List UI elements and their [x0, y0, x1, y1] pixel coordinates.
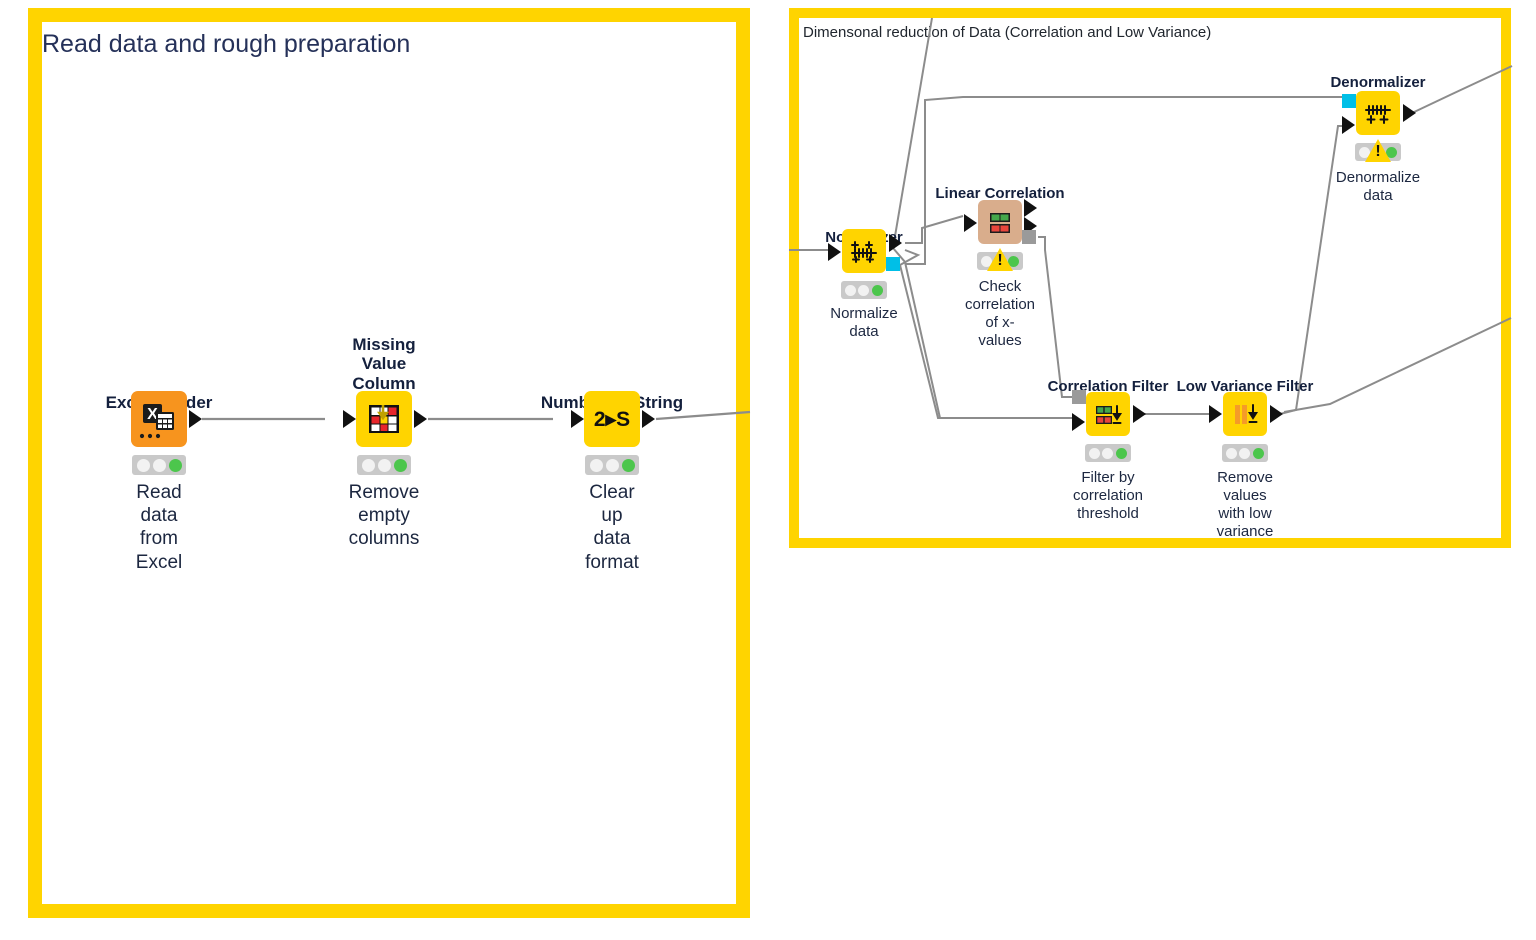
- correlation-filter-icon: [1096, 405, 1123, 424]
- missing-value-column-filter-icon: [369, 405, 399, 433]
- input-port-low-variance-filter[interactable]: [1209, 405, 1222, 423]
- output-port-normalizer-model[interactable]: [886, 257, 900, 271]
- status-lamp-idle: [845, 284, 857, 296]
- status-lamp-green: [871, 284, 883, 296]
- status-low-variance-filter: [1222, 444, 1268, 462]
- output-port-correlation-filter[interactable]: [1133, 405, 1146, 423]
- status-lamp-green: [621, 458, 635, 472]
- node-annotation-normalizer: Normalize data: [830, 305, 898, 340]
- node-box-correlation-filter[interactable]: [1086, 392, 1130, 436]
- output-port-excel-reader[interactable]: [189, 410, 202, 428]
- status-lamp-idle: [377, 458, 391, 472]
- node-box-missing-value-column-filter[interactable]: [356, 391, 412, 447]
- input-port-correlation-filter-model[interactable]: [1072, 390, 1086, 404]
- number-to-string-icon: 2▸S: [593, 407, 631, 431]
- warning-exclamation-icon: !: [997, 252, 1003, 269]
- node-annotation-correlation-filter: Filter by correlation threshold: [1072, 469, 1144, 522]
- input-port-number-to-string[interactable]: [571, 410, 584, 428]
- node-annotation-missing-value-column-filter: Remove empty columns: [348, 482, 420, 550]
- linear-correlation-icon: [990, 213, 1010, 233]
- excel-reader-icon: X: [139, 404, 174, 439]
- input-port-normalizer[interactable]: [828, 243, 841, 261]
- status-lamp-idle: [1102, 447, 1114, 459]
- status-lamp-idle: [858, 284, 870, 296]
- node-box-excel-reader[interactable]: X: [131, 391, 187, 447]
- status-missing-value-column-filter: [357, 455, 411, 475]
- status-lamp-idle: [1239, 447, 1251, 459]
- output-port-linear-correlation-model[interactable]: [1022, 230, 1036, 244]
- output-port-low-variance-filter[interactable]: [1270, 405, 1283, 423]
- status-lamp-idle: [1089, 447, 1101, 459]
- status-number-to-string: [585, 455, 639, 475]
- node-box-normalizer[interactable]: [842, 229, 886, 273]
- node-box-linear-correlation[interactable]: [978, 200, 1022, 244]
- status-lamp-green: [168, 458, 182, 472]
- node-annotation-excel-reader: Read data from Excel: [135, 482, 183, 573]
- denormalizer-icon: [1365, 105, 1391, 124]
- status-lamp-idle: [1226, 447, 1238, 459]
- status-lamp-idle: [152, 458, 166, 472]
- status-normalizer: [841, 281, 887, 299]
- status-correlation-filter: [1085, 444, 1131, 462]
- status-lamp-green: [1252, 447, 1264, 459]
- warning-exclamation-icon: !: [1375, 143, 1381, 160]
- input-port-linear-correlation[interactable]: [964, 214, 977, 232]
- node-annotation-denormalizer: Denormalize data: [1335, 169, 1421, 204]
- metanode-title-dimensional-reduction: Dimensonal reduction of Data (Correlatio…: [803, 24, 1212, 41]
- node-annotation-low-variance-filter: Remove values with low variance: [1216, 469, 1274, 540]
- node-annotation-linear-correlation: Check correlation of x-values: [964, 278, 1036, 349]
- input-port-missing-value-column-filter[interactable]: [343, 410, 356, 428]
- node-annotation-number-to-string: Clear up data format: [585, 482, 639, 573]
- output-port-number-to-string[interactable]: [642, 410, 655, 428]
- workflow-canvas[interactable]: Read data and rough preparation Dimenson…: [0, 0, 1536, 940]
- status-lamp-idle: [605, 458, 619, 472]
- node-box-number-to-string[interactable]: 2▸S: [584, 391, 640, 447]
- input-port-denormalizer-model[interactable]: [1342, 94, 1356, 108]
- output-port-denormalizer[interactable]: [1403, 104, 1416, 122]
- node-title-denormalizer: Denormalizer: [1330, 74, 1426, 91]
- low-variance-filter-icon: [1235, 404, 1259, 424]
- output-port-missing-value-column-filter[interactable]: [414, 410, 427, 428]
- status-lamp-green: [1115, 447, 1127, 459]
- status-lamp-idle: [136, 458, 150, 472]
- output-port-linear-correlation-1[interactable]: [1024, 199, 1037, 217]
- normalizer-icon: [851, 241, 877, 263]
- input-port-denormalizer-data[interactable]: [1342, 116, 1355, 134]
- node-box-low-variance-filter[interactable]: [1223, 392, 1267, 436]
- node-box-denormalizer[interactable]: [1356, 91, 1400, 135]
- status-excel-reader: [132, 455, 186, 475]
- metanode-title-read-data: Read data and rough preparation: [42, 30, 411, 58]
- status-lamp-green: [393, 458, 407, 472]
- status-lamp-idle: [361, 458, 375, 472]
- input-port-correlation-filter-data[interactable]: [1072, 413, 1085, 431]
- output-port-normalizer-data[interactable]: [889, 234, 902, 252]
- status-lamp-idle: [589, 458, 603, 472]
